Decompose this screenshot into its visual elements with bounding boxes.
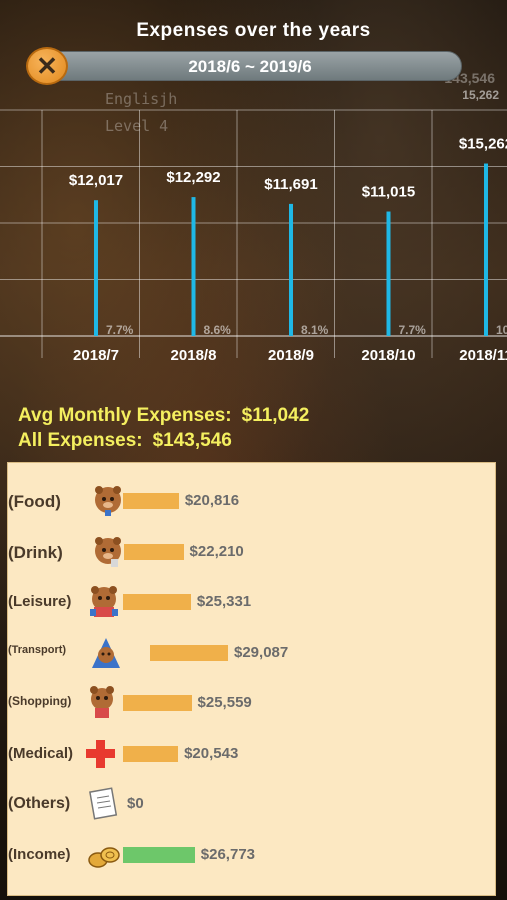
chart-bar xyxy=(289,203,293,336)
chart-value-label: $11,015 xyxy=(362,184,415,201)
chart-bar xyxy=(484,163,488,336)
breakdown-row: (Medical) $20,543 xyxy=(8,732,497,776)
expense-bar xyxy=(124,543,184,560)
close-button[interactable]: ✕ xyxy=(26,47,68,85)
category-breakdown-panel: (Food) $20,816 (Drink) $22,210 (Leisure) $25,… xyxy=(7,462,496,896)
expenses-bar-chart[interactable]: $12,017 7.7% 2018/7 $12,292 8.6% 2018/8 $11,69… xyxy=(0,100,507,370)
breakdown-category-label: (Drink) xyxy=(8,542,63,562)
breakdown-category-label: (Medical) xyxy=(8,744,74,762)
bear-leisure-icon xyxy=(88,585,120,619)
expense-bar xyxy=(123,695,192,711)
medical-cross-icon xyxy=(84,737,116,771)
chart-percentage-label: 8.6% xyxy=(204,323,232,337)
chart-category-label: 2018/10 xyxy=(361,347,415,364)
date-range-selector[interactable]: 2018/6 ~ 2019/6 xyxy=(38,51,462,81)
bear-transport-icon xyxy=(90,636,122,670)
bear-shopping-icon xyxy=(86,686,118,720)
breakdown-row: (Food) $20,816 xyxy=(8,479,497,523)
breakdown-amount: $20,816 xyxy=(184,492,240,509)
chart-percentage-label: 7.7% xyxy=(106,323,134,337)
all-expenses-label: All Expenses: xyxy=(18,430,143,451)
coins-icon xyxy=(88,838,120,872)
chart-value-label: $15,262 xyxy=(459,136,507,153)
breakdown-row: (Shopping) $25,559 xyxy=(8,681,497,725)
breakdown-row: (Others) $0 xyxy=(8,782,497,826)
income-bar xyxy=(123,846,195,863)
breakdown-amount: $25,331 xyxy=(196,593,252,610)
chart-category-label: 2018/7 xyxy=(73,347,119,364)
bear-food-icon xyxy=(92,484,124,518)
chart-category-label: 2018/9 xyxy=(268,347,314,364)
chart-bar xyxy=(191,197,196,336)
breakdown-row: (Transport) $29,087 xyxy=(8,631,497,675)
chart-category-label: 2018/8 xyxy=(171,347,217,364)
chart-bar xyxy=(94,200,98,336)
expense-bar xyxy=(123,493,179,509)
chart-value-label: $12,292 xyxy=(166,169,220,186)
breakdown-category-label: (Transport) xyxy=(8,643,67,656)
bear-drink-icon xyxy=(92,535,124,569)
chart-bar xyxy=(386,211,391,336)
avg-monthly-expenses: Avg Monthly Expenses: $11,042 xyxy=(18,405,309,427)
page-title: Expenses over the years xyxy=(136,20,371,41)
breakdown-category-label: (Food) xyxy=(8,492,61,511)
breakdown-category-label: (Shopping) xyxy=(8,694,72,708)
expense-bar xyxy=(123,745,179,762)
breakdown-amount: $25,559 xyxy=(197,694,252,711)
close-icon: ✕ xyxy=(36,51,58,81)
breakdown-category-label: (Others) xyxy=(8,795,71,812)
receipt-icon xyxy=(88,787,120,821)
breakdown-category-label: (Leisure) xyxy=(8,593,72,610)
breakdown-category-label: (Income) xyxy=(8,845,71,863)
breakdown-amount: $0 xyxy=(127,795,144,812)
expense-bar xyxy=(150,644,228,661)
breakdown-amount: $29,087 xyxy=(234,643,289,661)
breakdown-row: (Leisure) $25,331 xyxy=(8,580,497,624)
all-expenses: All Expenses: $143,546 xyxy=(18,430,232,452)
breakdown-row: (Drink) $22,210 xyxy=(8,530,497,574)
chart-value-label: $11,691 xyxy=(264,176,317,193)
avg-monthly-value: $11,042 xyxy=(241,405,310,426)
breakdown-amount: $26,773 xyxy=(200,845,256,863)
breakdown-row: (Income) $26,773 xyxy=(8,833,497,877)
date-range-label: 2018/6 ~ 2019/6 xyxy=(188,57,312,76)
chart-value-label: $12,017 xyxy=(69,172,123,189)
breakdown-amount: $20,543 xyxy=(184,744,239,762)
expense-bar xyxy=(123,594,191,610)
chart-percentage-label: 10.6% xyxy=(496,323,507,337)
chart-percentage-label: 7.7% xyxy=(399,323,427,337)
all-expenses-value: $143,546 xyxy=(152,430,232,451)
breakdown-amount: $22,210 xyxy=(189,542,244,560)
chart-percentage-label: 8.1% xyxy=(301,323,329,337)
chart-category-label: 2018/11 xyxy=(459,347,507,364)
avg-monthly-label: Avg Monthly Expenses: xyxy=(18,405,232,426)
